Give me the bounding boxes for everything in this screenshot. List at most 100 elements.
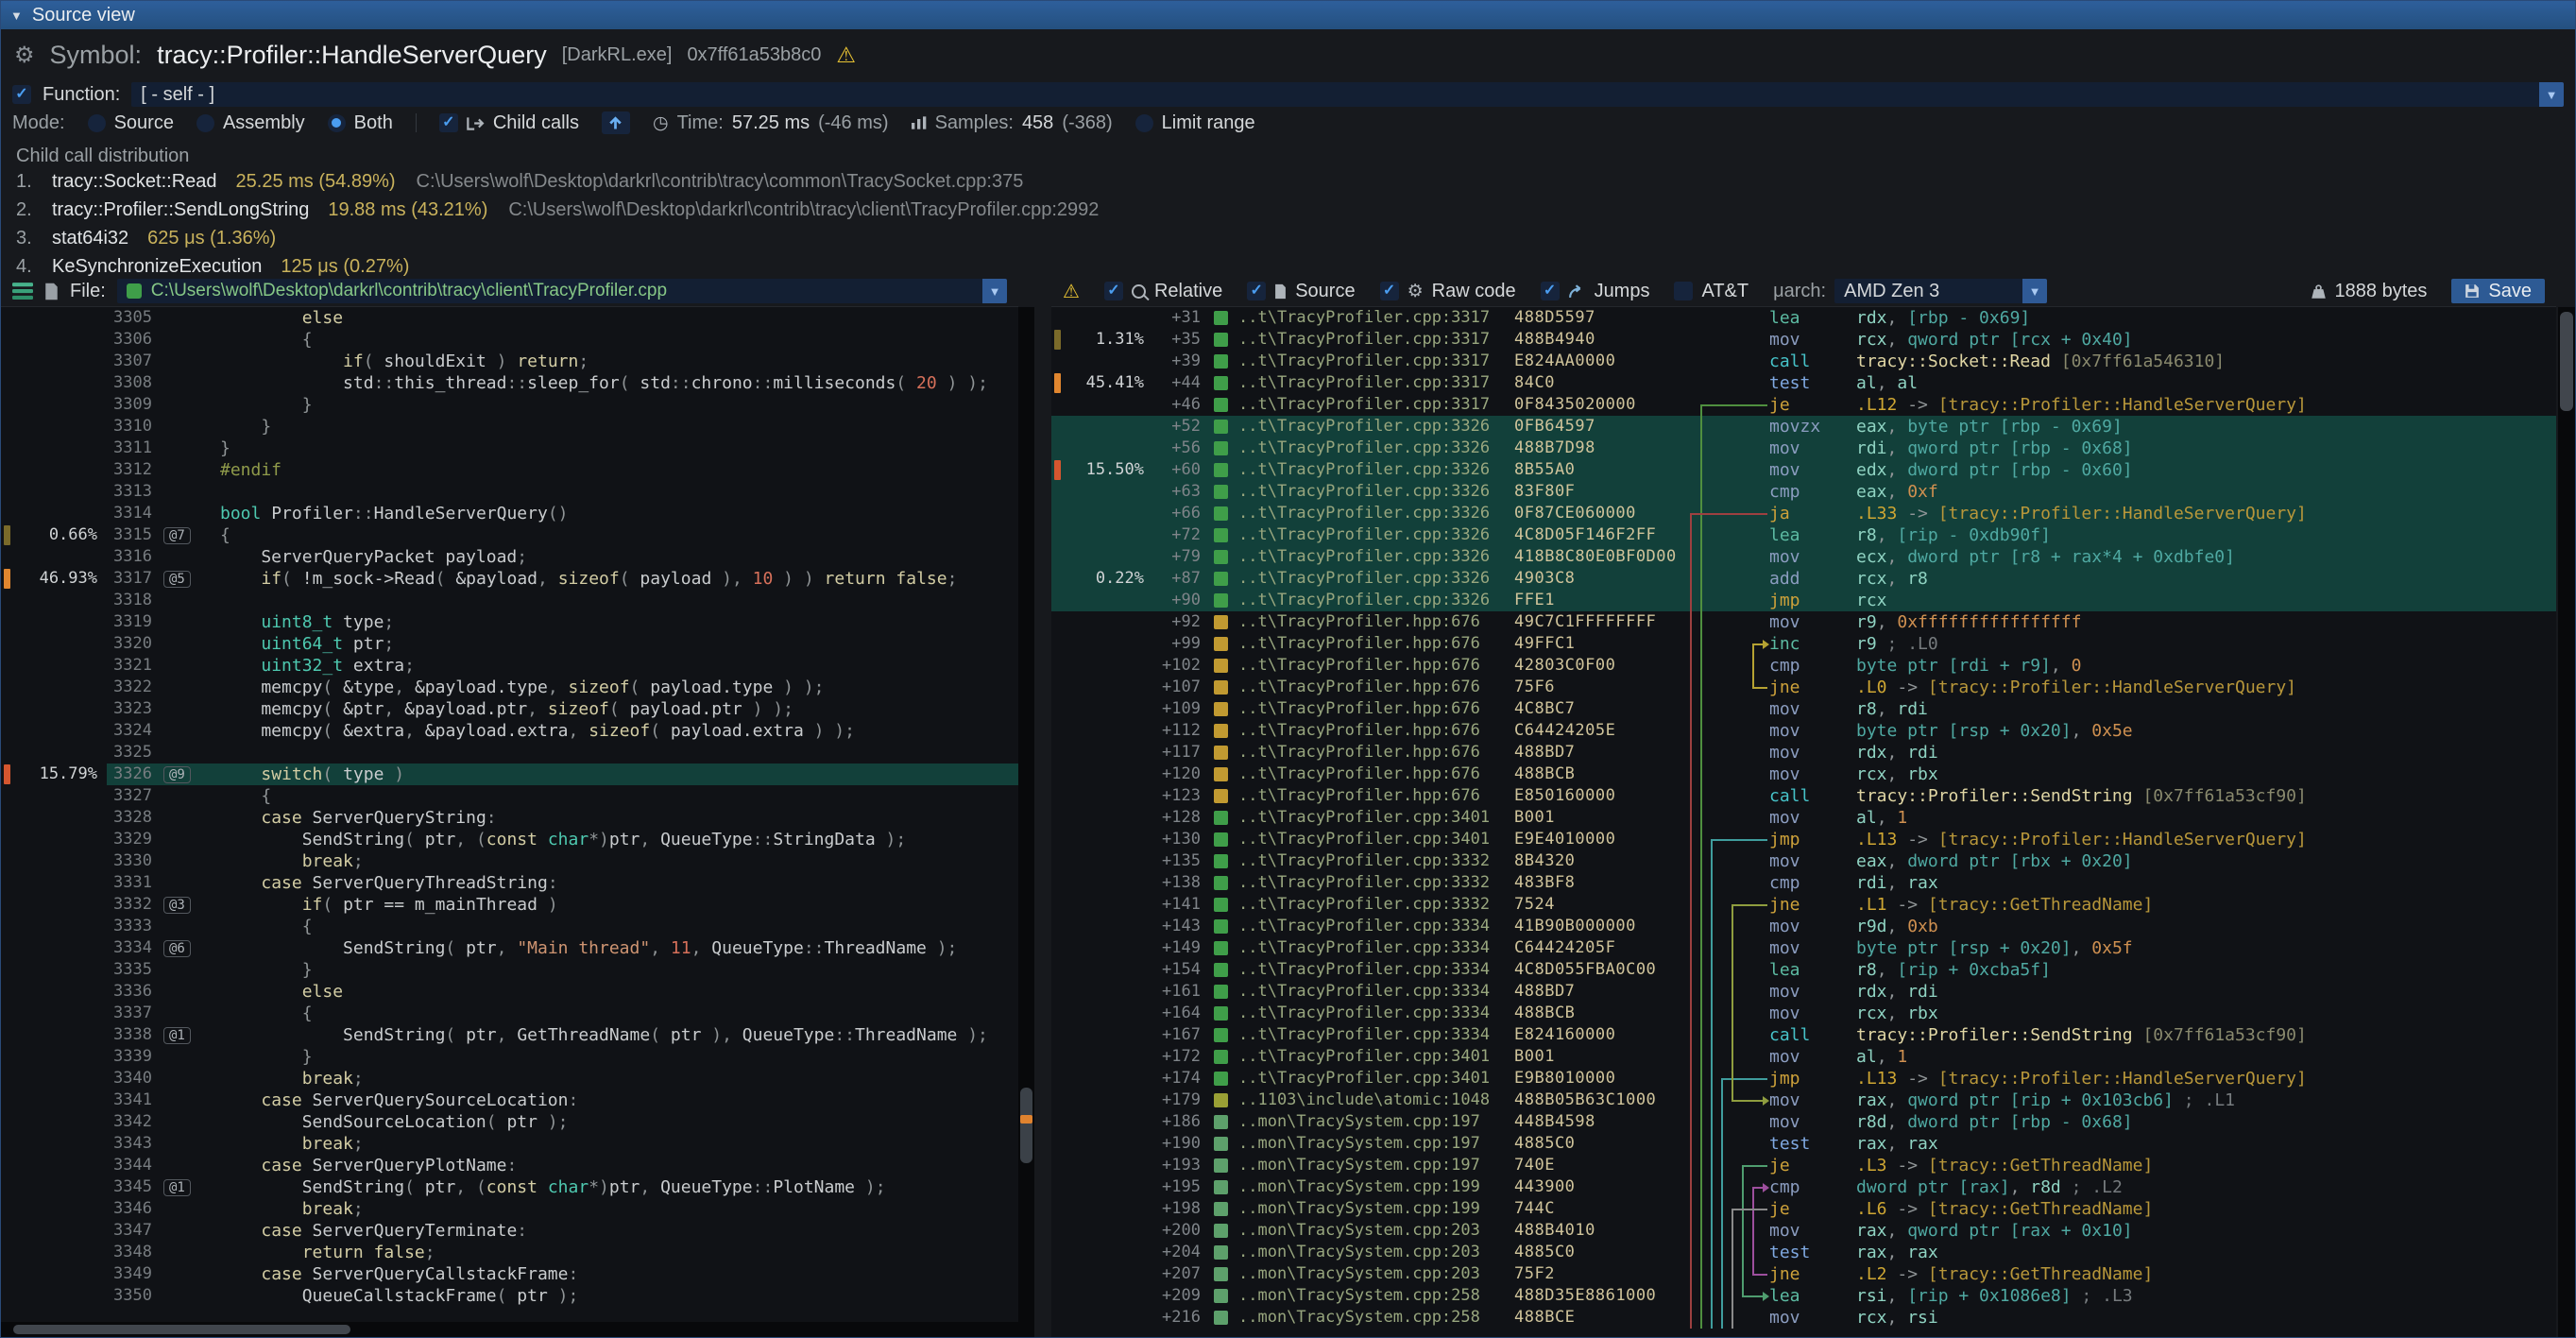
asm-instruction[interactable]: +112..t\TracyProfiler.hpp:676C64424205Em… [1051, 720, 2556, 742]
asm-instruction[interactable]: +123..t\TracyProfiler.hpp:676E850160000c… [1051, 785, 2556, 807]
asm-instruction[interactable]: +216..mon\TracySystem.cpp:258488BCEmovrc… [1051, 1307, 2556, 1329]
asm-instruction[interactable]: +209..mon\TracySystem.cpp:258488D35E8861… [1051, 1285, 2556, 1307]
file-combo-arrow[interactable]: ▼ [982, 279, 1007, 303]
asm-instruction[interactable]: +164..t\TracyProfiler.cpp:3334488BCBmovr… [1051, 1003, 2556, 1024]
combo-arrow-button[interactable]: ▼ [2539, 82, 2564, 107]
mode-radio-source[interactable]: Source [88, 112, 174, 134]
asm-vertical-scrollbar[interactable] [2558, 307, 2575, 1337]
asm-instruction[interactable]: +190..mon\TracySystem.cpp:1974885C0testr… [1051, 1133, 2556, 1155]
source-line[interactable]: 3348@ return false; [1, 1242, 1018, 1263]
source-line[interactable]: 3331@ case ServerQueryThreadString: [1, 872, 1018, 894]
source-line[interactable]: 3330@ break; [1, 850, 1018, 872]
asm-instruction[interactable]: +198..mon\TracySystem.cpp:199744Cje.L6 -… [1051, 1198, 2556, 1220]
source-line[interactable]: 3329@ SendString( ptr, (const char*)ptr,… [1, 829, 1018, 850]
asm-instruction[interactable]: +46..t\TracyProfiler.cpp:33170F843502000… [1051, 394, 2556, 416]
asm-instruction[interactable]: +79..t\TracyProfiler.cpp:3326418B8C80E0B… [1051, 546, 2556, 568]
asm-instruction[interactable]: +195..mon\TracySystem.cpp:199443900cmpdw… [1051, 1176, 2556, 1198]
source-line[interactable]: 3324@ memcpy( &extra, &payload.extra, si… [1, 720, 1018, 742]
asm-instruction[interactable]: +149..t\TracyProfiler.cpp:3334C64424205F… [1051, 937, 2556, 959]
asm-instruction[interactable]: +56..t\TracyProfiler.cpp:3326488B7D98mov… [1051, 437, 2556, 459]
asm-instruction[interactable]: +52..t\TracyProfiler.cpp:33260FB64597mov… [1051, 416, 2556, 437]
source-line[interactable]: 0.66%3315@7{ [1, 524, 1018, 546]
child-call-entry[interactable]: 1.tracy::Socket::Read25.25 ms (54.89%)C:… [16, 167, 2560, 196]
source-line[interactable]: 3340@ break; [1, 1068, 1018, 1089]
source-line[interactable]: 3350@ QueueCallstackFrame( ptr ); [1, 1285, 1018, 1307]
source-line[interactable]: 3343@ break; [1, 1133, 1018, 1155]
source-line[interactable]: 3311@} [1, 437, 1018, 459]
source-line[interactable]: 3327@ { [1, 785, 1018, 807]
source-line[interactable]: 3320@ uint64_t ptr; [1, 633, 1018, 655]
asm-instruction[interactable]: +130..t\TracyProfiler.cpp:3401E9E4010000… [1051, 829, 2556, 850]
source-line[interactable]: 46.93%3317@5 if( !m_sock->Read( &payload… [1, 568, 1018, 590]
source-line[interactable]: 3333@ { [1, 916, 1018, 937]
propagate-up-button[interactable] [602, 112, 630, 134]
source-line[interactable]: 3305@ else [1, 307, 1018, 329]
file-combo[interactable]: C:\Users\wolf\Desktop\darkrl\contrib\tra… [117, 279, 1007, 303]
source-line[interactable]: 3316@ ServerQueryPacket payload; [1, 546, 1018, 568]
source-line[interactable]: 15.79%3326@9 switch( type ) [1, 763, 1018, 785]
asm-instruction[interactable]: +99..t\TracyProfiler.hpp:67649FFC1incr9 … [1051, 633, 2556, 655]
asm-instruction[interactable]: +120..t\TracyProfiler.hpp:676488BCBmovrc… [1051, 763, 2556, 785]
raw-code-checkbox[interactable]: ✓ ⚙ Raw code [1380, 281, 1516, 302]
scrollbar-thumb[interactable] [2560, 312, 2573, 411]
asm-instruction[interactable]: +161..t\TracyProfiler.cpp:3334488BD7movr… [1051, 981, 2556, 1003]
source-horizontal-scrollbar[interactable] [1, 1322, 1018, 1337]
source-line[interactable]: 3337@ { [1, 1003, 1018, 1024]
source-line[interactable]: 3336@ else [1, 981, 1018, 1003]
source-checkbox[interactable]: ✓ Source [1247, 281, 1355, 302]
att-checkbox[interactable]: AT&T [1674, 281, 1749, 302]
source-line[interactable]: 3307@ if( shouldExit ) return; [1, 351, 1018, 372]
source-line[interactable]: 3341@ case ServerQuerySourceLocation: [1, 1089, 1018, 1111]
asm-instruction[interactable]: +179..1103\include\atomic:1048488B05B63C… [1051, 1089, 2556, 1111]
asm-instruction[interactable]: +141..t\TracyProfiler.cpp:33327524jne.L1… [1051, 894, 2556, 916]
titlebar[interactable]: ▼ Source view [1, 1, 2575, 29]
asm-instruction[interactable]: +117..t\TracyProfiler.hpp:676488BD7movrd… [1051, 742, 2556, 763]
child-call-entry[interactable]: 2.tracy::Profiler::SendLongString19.88 m… [16, 196, 2560, 224]
source-line[interactable]: 3314@bool Profiler::HandleServerQuery() [1, 503, 1018, 524]
limit-range-checkbox[interactable]: Limit range [1135, 112, 1255, 134]
asm-instruction[interactable]: +109..t\TracyProfiler.hpp:6764C8BC7movr8… [1051, 698, 2556, 720]
relative-checkbox[interactable]: ✓ Relative [1104, 281, 1222, 302]
child-call-entry[interactable]: 3.stat64i32625 μs (1.36%) [16, 224, 2560, 252]
march-combo[interactable]: AMD Zen 3 ▼ [1834, 279, 2047, 303]
source-line[interactable]: 3344@ case ServerQueryPlotName: [1, 1155, 1018, 1176]
asm-instruction[interactable]: +128..t\TracyProfiler.cpp:3401B001moval,… [1051, 807, 2556, 829]
asm-instruction[interactable]: 45.41%+44..t\TracyProfiler.cpp:331784C0t… [1051, 372, 2556, 394]
source-line[interactable]: 3309@ } [1, 394, 1018, 416]
source-line[interactable]: 3322@ memcpy( &type, &payload.type, size… [1, 677, 1018, 698]
asm-instruction[interactable]: +92..t\TracyProfiler.hpp:67649C7C1FFFFFF… [1051, 611, 2556, 633]
child-calls-checkbox[interactable]: ✓ Child calls [439, 112, 579, 134]
source-line[interactable]: 3335@ } [1, 959, 1018, 981]
asm-instruction[interactable]: +207..mon\TracySystem.cpp:20375F2jne.L2 … [1051, 1263, 2556, 1285]
asm-instruction[interactable]: +31..t\TracyProfiler.cpp:3317488D5597lea… [1051, 307, 2556, 329]
mode-radio-assembly[interactable]: Assembly [196, 112, 305, 134]
source-line[interactable]: 3346@ break; [1, 1198, 1018, 1220]
asm-instruction[interactable]: +72..t\TracyProfiler.cpp:33264C8D05F146F… [1051, 524, 2556, 546]
asm-instruction[interactable]: +200..mon\TracySystem.cpp:203488B4010mov… [1051, 1220, 2556, 1242]
save-button[interactable]: Save [2451, 279, 2545, 303]
scrollbar-thumb[interactable] [1020, 1088, 1032, 1163]
asm-instruction[interactable]: 0.22%+87..t\TracyProfiler.cpp:33264903C8… [1051, 568, 2556, 590]
source-line[interactable]: 3345@1 SendString( ptr, (const char*)ptr… [1, 1176, 1018, 1198]
source-line[interactable]: 3347@ case ServerQueryTerminate: [1, 1220, 1018, 1242]
asm-instruction[interactable]: +154..t\TracyProfiler.cpp:33344C8D055FBA… [1051, 959, 2556, 981]
source-line[interactable]: 3323@ memcpy( &ptr, &payload.ptr, sizeof… [1, 698, 1018, 720]
source-line[interactable]: 3328@ case ServerQueryString: [1, 807, 1018, 829]
source-line[interactable]: 3325@ [1, 742, 1018, 763]
asm-instruction[interactable]: +174..t\TracyProfiler.cpp:3401E9B8010000… [1051, 1068, 2556, 1089]
asm-instruction[interactable]: +66..t\TracyProfiler.cpp:33260F87CE06000… [1051, 503, 2556, 524]
source-line[interactable]: 3342@ SendSourceLocation( ptr ); [1, 1111, 1018, 1133]
scrollbar-thumb[interactable] [13, 1325, 350, 1334]
function-checkbox[interactable]: ✓ [12, 85, 31, 104]
asm-instruction[interactable]: +167..t\TracyProfiler.cpp:3334E824160000… [1051, 1024, 2556, 1046]
source-line[interactable]: 3319@ uint8_t type; [1, 611, 1018, 633]
source-line[interactable]: 3308@ std::this_thread::sleep_for( std::… [1, 372, 1018, 394]
asm-instruction[interactable]: +138..t\TracyProfiler.cpp:3332483BF8cmpr… [1051, 872, 2556, 894]
source-vertical-scrollbar[interactable] [1018, 307, 1034, 1337]
asm-instruction[interactable]: +107..t\TracyProfiler.hpp:67675F6jne.L0 … [1051, 677, 2556, 698]
asm-instruction[interactable]: +193..mon\TracySystem.cpp:197740Eje.L3 -… [1051, 1155, 2556, 1176]
function-combo[interactable]: [ - self - ] ▼ [131, 82, 2564, 107]
asm-instruction[interactable]: +186..mon\TracySystem.cpp:197448B4598mov… [1051, 1111, 2556, 1133]
asm-instruction[interactable]: 1.31%+35..t\TracyProfiler.cpp:3317488B49… [1051, 329, 2556, 351]
asm-instruction[interactable]: +135..t\TracyProfiler.cpp:33328B4320move… [1051, 850, 2556, 872]
